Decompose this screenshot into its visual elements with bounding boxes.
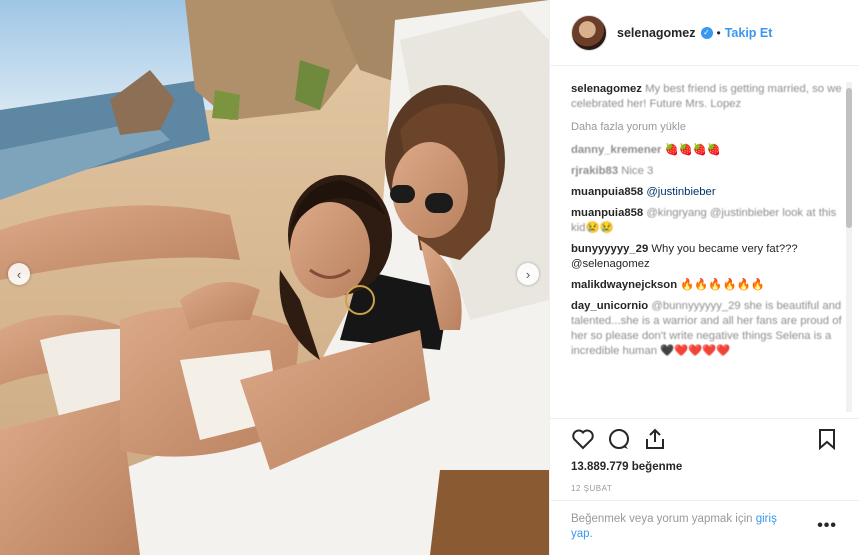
- post-caption: selenagomez My best friend is getting ma…: [571, 82, 843, 112]
- comment-text: 🔥🔥🔥🔥🔥🔥: [680, 279, 765, 291]
- chevron-left-icon: ‹: [16, 266, 22, 282]
- comment-item: muanpuia858 @justinbieber: [571, 185, 843, 200]
- divider: [550, 418, 859, 419]
- heart-icon[interactable]: [571, 428, 595, 450]
- post-date[interactable]: 12 ŞUBAT: [571, 484, 612, 493]
- comment-icon[interactable]: [607, 428, 631, 450]
- follow-button[interactable]: Takip Et: [725, 26, 773, 40]
- comment-username[interactable]: bunyyyyyy_29: [571, 243, 648, 255]
- login-prompt-text: Beğenmek veya yorum yapmak için: [571, 513, 753, 525]
- comment-item: bunyyyyyy_29 Why you became very fat??? …: [571, 242, 843, 272]
- instagram-post-window: ‹ › selenagomez ✓ • Takip Et selenagomez…: [0, 0, 859, 555]
- share-icon[interactable]: [643, 428, 667, 450]
- comment-username[interactable]: rjrakib83: [571, 165, 618, 177]
- likes-count[interactable]: 13.889.779 beğenme: [571, 461, 682, 473]
- scrollbar-thumb[interactable]: [846, 88, 852, 228]
- comment-username[interactable]: muanpuia858: [571, 207, 643, 219]
- comment-item: rjrakib83 Nice 3: [571, 164, 843, 179]
- beach-photo-illustration: [0, 0, 549, 555]
- comments-scrollbar[interactable]: [846, 82, 852, 412]
- comment-item: malikdwaynejckson 🔥🔥🔥🔥🔥🔥: [571, 278, 843, 293]
- load-more-comments-link[interactable]: Daha fazla yorum yükle: [571, 120, 843, 135]
- verified-badge-icon: ✓: [700, 26, 713, 39]
- post-photo[interactable]: ‹ ›: [0, 0, 549, 555]
- comment-text: 🍓🍓🍓🍓: [664, 144, 721, 156]
- comment-username[interactable]: day_unicornio: [571, 300, 648, 312]
- comment-item: day_unicornio @bunnyyyyyy_29 she is beau…: [571, 299, 843, 359]
- post-side-panel: selenagomez ✓ • Takip Et selenagomez My …: [549, 0, 859, 555]
- carousel-prev-button[interactable]: ‹: [8, 263, 30, 285]
- post-header: selenagomez ✓ • Takip Et: [550, 0, 859, 66]
- divider: [550, 500, 859, 501]
- separator-dot: •: [716, 25, 721, 40]
- carousel-next-button[interactable]: ›: [517, 263, 539, 285]
- more-options-icon[interactable]: •••: [817, 517, 837, 535]
- comments-list[interactable]: selenagomez My best friend is getting ma…: [571, 82, 843, 412]
- header-username[interactable]: selenagomez: [617, 26, 696, 40]
- comment-item: muanpuia858 @kingryang @justinbieber loo…: [571, 206, 843, 236]
- comment-item: danny_kremener 🍓🍓🍓🍓: [571, 143, 843, 158]
- bookmark-icon[interactable]: [817, 428, 837, 450]
- comment-text: @justinbieber: [646, 186, 716, 198]
- caption-username[interactable]: selenagomez: [571, 83, 642, 95]
- comment-username[interactable]: danny_kremener: [571, 144, 661, 156]
- comment-text: Nice 3: [621, 165, 654, 177]
- comment-username[interactable]: muanpuia858: [571, 186, 643, 198]
- comment-username[interactable]: malikdwaynejckson: [571, 279, 677, 291]
- post-actions: [571, 428, 667, 450]
- chevron-right-icon: ›: [525, 266, 531, 282]
- avatar[interactable]: [571, 14, 607, 51]
- login-prompt: Beğenmek veya yorum yapmak için giriş ya…: [571, 512, 791, 542]
